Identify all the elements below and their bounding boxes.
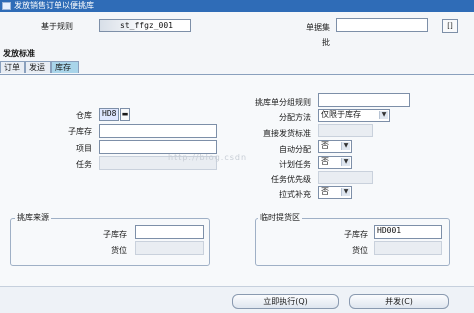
execute-now-button[interactable]: 立即执行(Q)	[232, 294, 339, 309]
watermark: http://blog.csdn	[168, 153, 248, 162]
pick-source-subinventory-label: 子库存	[103, 230, 127, 239]
pick-group-rule-input[interactable]	[318, 93, 410, 107]
staging-subinventory-input[interactable]: HD001	[374, 225, 442, 239]
staging-subinventory-label: 子库存	[344, 230, 368, 239]
window-titlebar: 发放销售订单以便挑库	[0, 0, 474, 12]
base-rule-label: 基于规则	[41, 22, 73, 31]
tab-shipping[interactable]: 发运	[25, 61, 51, 73]
warehouse-label: 仓库	[76, 111, 92, 120]
subinventory-input[interactable]	[99, 124, 217, 138]
staging-locator-label: 货位	[352, 246, 368, 255]
order-set-input[interactable]	[336, 18, 428, 32]
warehouse-lov-button[interactable]: ▬	[120, 108, 130, 121]
chevron-down-icon: ▼	[341, 188, 350, 196]
allocation-method-label: 分配方法	[279, 113, 311, 122]
allocation-method-select[interactable]: 仅限于库存 ▼	[318, 109, 390, 122]
auto-allocate-select[interactable]: 否 ▼	[318, 140, 352, 153]
pick-group-rule-label: 挑库单分组规则	[255, 98, 311, 107]
chevron-down-icon: ▼	[341, 142, 350, 150]
direct-ship-label: 直接发货标准	[263, 129, 311, 138]
item-label: 项目	[76, 144, 92, 153]
batch-label: 批	[322, 38, 330, 47]
pick-source-subinventory-input[interactable]	[135, 225, 204, 239]
warehouse-input[interactable]: HD8	[99, 108, 119, 121]
pull-replenish-select[interactable]: 否 ▼	[318, 186, 352, 199]
task-label: 任务	[76, 160, 92, 169]
pick-source-title: 挑库来源	[15, 212, 51, 223]
plan-task-select[interactable]: 否 ▼	[318, 156, 352, 169]
tab-inventory[interactable]: 库存	[51, 61, 79, 73]
window-title: 发放销售订单以便挑库	[14, 1, 94, 10]
release-concurrent-button[interactable]: 并发(C)	[349, 294, 449, 309]
pick-source-locator-input[interactable]	[135, 241, 204, 255]
chevron-down-icon: ▼	[341, 158, 350, 166]
staging-title: 临时提货区	[258, 212, 302, 223]
pull-replenish-label: 拉式补充	[279, 190, 311, 199]
order-set-label: 单据集	[306, 23, 330, 32]
tab-order[interactable]: 订单	[0, 61, 25, 73]
pick-source-locator-label: 货位	[111, 246, 127, 255]
task-priority-input[interactable]	[318, 171, 373, 184]
criteria-title: 发放标准	[3, 49, 35, 58]
subinventory-label: 子库存	[68, 127, 92, 136]
base-rule-input[interactable]: st_ffgz_001	[99, 19, 191, 32]
staging-locator-input[interactable]	[374, 241, 442, 255]
tab-strip: 订单 发运 库存	[0, 61, 474, 74]
app-icon	[2, 2, 11, 10]
chevron-down-icon: ▼	[379, 111, 388, 119]
item-input[interactable]	[99, 140, 217, 154]
flex-field-button[interactable]: []	[442, 19, 458, 33]
direct-ship-input[interactable]	[318, 124, 373, 137]
task-priority-label: 任务优先级	[271, 175, 311, 184]
